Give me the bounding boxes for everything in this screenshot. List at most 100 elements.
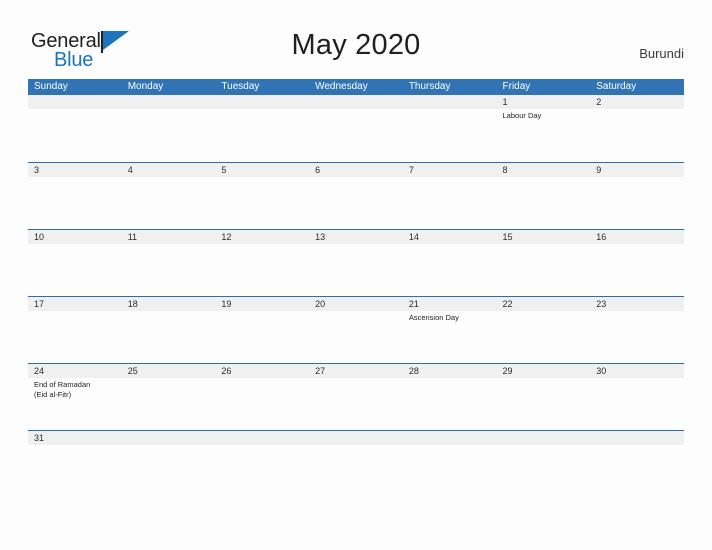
day-number: 23 — [596, 299, 607, 309]
calendar-day-cells: 1 Labour Day 2 — [28, 95, 684, 121]
calendar-day-cell[interactable]: 24 End of Ramadan (Eid al-Fitr) — [28, 364, 122, 399]
calendar-day-cell-empty — [497, 431, 591, 445]
calendar-day-cell[interactable]: 28 — [403, 364, 497, 399]
day-number: 28 — [408, 366, 419, 376]
calendar-week-row: 24 End of Ramadan (Eid al-Fitr) 25 26 27 28 29… — [28, 363, 684, 430]
day-number: 18 — [127, 299, 138, 309]
calendar-grid: Sunday Monday Tuesday Wednesday Thursday… — [28, 79, 684, 497]
holiday-event-label: End of Ramadan (Eid al-Fitr) — [34, 380, 91, 399]
calendar-day-cell-empty — [403, 431, 497, 445]
calendar-day-cell-empty — [403, 95, 497, 121]
day-number: 10 — [34, 232, 45, 242]
day-events: Labour Day — [503, 109, 587, 121]
calendar-day-cell[interactable]: 23 — [590, 297, 684, 323]
day-number — [315, 431, 399, 445]
calendar-day-cell[interactable]: 6 — [309, 163, 403, 177]
calendar-day-cell[interactable]: 8 — [497, 163, 591, 177]
day-number — [409, 95, 493, 109]
calendar-day-cell[interactable]: 2 — [590, 95, 684, 121]
day-number: 1 — [502, 97, 508, 107]
day-number: 8 — [502, 165, 508, 175]
day-number: 22 — [502, 299, 513, 309]
day-number: 5 — [221, 165, 227, 175]
calendar-day-cell[interactable]: 19 — [215, 297, 309, 323]
day-number: 14 — [408, 232, 419, 242]
calendar-day-cells: 24 End of Ramadan (Eid al-Fitr) 25 26 27 28 29… — [28, 364, 684, 399]
day-number: 13 — [315, 232, 326, 242]
day-number — [596, 431, 680, 445]
day-number: 16 — [596, 232, 607, 242]
calendar-day-cell[interactable]: 27 — [309, 364, 403, 399]
calendar-day-cell[interactable]: 22 — [497, 297, 591, 323]
calendar-day-cell[interactable]: 13 — [309, 230, 403, 244]
calendar-week-row: 10 11 12 13 14 15 16 — [28, 229, 684, 296]
calendar-day-cell-empty — [122, 431, 216, 445]
calendar-day-cell[interactable]: 29 — [497, 364, 591, 399]
calendar-day-cell-empty — [28, 95, 122, 121]
day-number: 15 — [502, 232, 513, 242]
calendar-day-cell[interactable]: 9 — [590, 163, 684, 177]
day-number — [503, 431, 587, 445]
weekday-header-wednesday: Wednesday — [315, 81, 368, 92]
calendar-day-cell-empty — [590, 431, 684, 445]
weekday-header-monday: Monday — [127, 81, 164, 92]
calendar-day-cell[interactable]: 26 — [215, 364, 309, 399]
calendar-day-cell[interactable]: 15 — [497, 230, 591, 244]
day-number: 11 — [127, 232, 138, 242]
calendar-day-cell[interactable]: 25 — [122, 364, 216, 399]
day-events: Ascension Day — [409, 311, 493, 323]
weekday-header-thursday: Thursday — [408, 81, 451, 92]
day-number — [315, 95, 399, 109]
calendar-day-cell[interactable]: 4 — [122, 163, 216, 177]
weekday-header-tuesday: Tuesday — [221, 81, 260, 92]
calendar-day-cell[interactable]: 11 — [122, 230, 216, 244]
calendar-day-cell-empty — [309, 431, 403, 445]
calendar-day-cells: 10 11 12 13 14 15 16 — [28, 230, 684, 244]
calendar-day-cell[interactable]: 31 — [28, 431, 122, 445]
calendar-day-cell[interactable]: 20 — [309, 297, 403, 323]
day-number: 2 — [596, 97, 602, 107]
calendar-day-cells: 17 18 19 20 21 Ascension Day 22 23 — [28, 297, 684, 323]
calendar-day-cell[interactable]: 12 — [215, 230, 309, 244]
calendar-day-cell-empty — [215, 95, 309, 121]
calendar-day-cell[interactable]: 21 Ascension Day — [403, 297, 497, 323]
day-number: 12 — [221, 232, 232, 242]
calendar-day-cell[interactable]: 1 Labour Day — [497, 95, 591, 121]
page-header: General Blue May 2020 Burundi — [0, 0, 712, 76]
calendar-day-cell-empty — [215, 431, 309, 445]
day-number: 30 — [596, 366, 607, 376]
day-number — [221, 95, 305, 109]
calendar-day-cell-empty — [122, 95, 216, 121]
calendar-day-cell[interactable]: 14 — [403, 230, 497, 244]
calendar-day-cell[interactable]: 17 — [28, 297, 122, 323]
calendar-day-cell[interactable]: 30 — [590, 364, 684, 399]
day-number: 31 — [34, 433, 45, 443]
day-number: 24 — [34, 366, 45, 376]
calendar-day-cell[interactable]: 18 — [122, 297, 216, 323]
calendar-week-row: 17 18 19 20 21 Ascension Day 22 23 — [28, 296, 684, 363]
day-number: 25 — [127, 366, 138, 376]
calendar-day-cell[interactable]: 5 — [215, 163, 309, 177]
calendar-day-cells: 31 — [28, 431, 684, 445]
weekday-header-friday: Friday — [502, 81, 531, 92]
day-number: 21 — [408, 299, 419, 309]
calendar-weeks: 1 Labour Day 2 3 4 5 6 7 8 9 10 11 12 13 14 15 16 17 18 19 2… — [28, 95, 684, 497]
calendar-day-cell[interactable]: 16 — [590, 230, 684, 244]
day-number: 26 — [221, 366, 232, 376]
calendar-day-cells: 3 4 5 6 7 8 9 — [28, 163, 684, 177]
calendar-day-cell[interactable]: 3 — [28, 163, 122, 177]
calendar-week-row: 1 Labour Day 2 — [28, 95, 684, 162]
country-label: Burundi — [639, 46, 684, 61]
calendar-day-cell[interactable]: 7 — [403, 163, 497, 177]
day-number: 4 — [127, 165, 133, 175]
calendar-day-cell[interactable]: 10 — [28, 230, 122, 244]
day-number: 27 — [315, 366, 326, 376]
day-number: 17 — [34, 299, 45, 309]
day-number — [409, 431, 493, 445]
day-number: 7 — [408, 165, 414, 175]
holiday-event-label: Ascension Day — [408, 313, 459, 322]
page-title: May 2020 — [291, 29, 421, 61]
weekday-header-sunday: Sunday — [34, 81, 68, 92]
calendar-week-row: 31 — [28, 430, 684, 497]
day-number: 29 — [502, 366, 513, 376]
